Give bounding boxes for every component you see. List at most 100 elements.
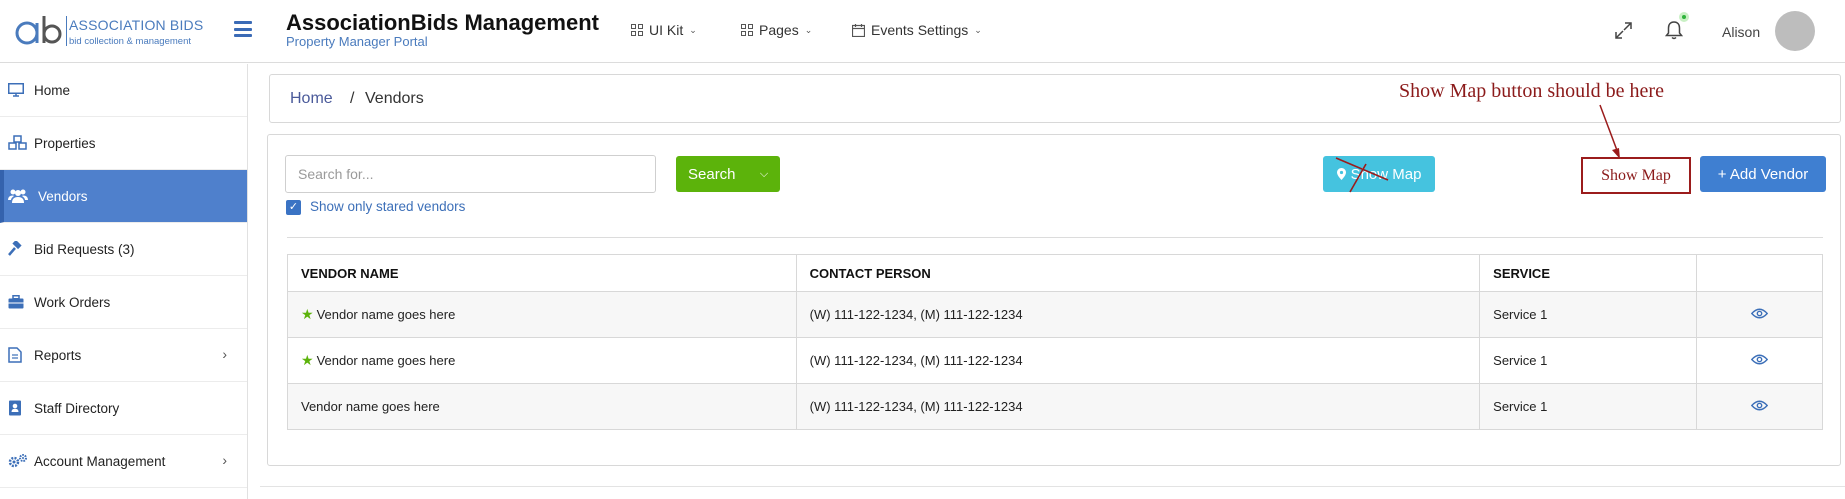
search-button[interactable]: Search ⌵ (676, 156, 780, 192)
map-marker-icon (1336, 168, 1346, 180)
briefcase-icon (0, 295, 34, 309)
contact-cell: (W) 111-122-1234, (M) 111-122-1234 (795, 383, 1481, 430)
user-name[interactable]: Alison (1722, 24, 1760, 40)
eye-icon[interactable] (1750, 400, 1769, 411)
sidebar-item-label: Staff Directory (34, 400, 120, 416)
cubes-icon (0, 135, 34, 151)
hamburger-menu-icon[interactable] (234, 21, 252, 37)
sidebar-item-bid-requests[interactable]: Bid Requests (3) (0, 223, 247, 276)
bell-icon[interactable] (1665, 20, 1683, 40)
vendor-name: Vendor name goes here (316, 307, 456, 322)
vendor-name: Vendor name goes here (316, 353, 456, 368)
grid-icon (741, 24, 753, 36)
add-vendor-button[interactable]: + Add Vendor (1700, 156, 1826, 192)
sidebar-item-staff-directory[interactable]: Staff Directory (0, 382, 247, 435)
breadcrumb-separator: / (350, 90, 355, 107)
eye-icon[interactable] (1750, 308, 1769, 319)
show-map-label: Show Map (1350, 165, 1422, 183)
actions-cell (1696, 337, 1823, 384)
chevron-right-icon: › (222, 346, 227, 362)
avatar[interactable] (1775, 11, 1815, 51)
sidebar-item-label: Bid Requests (3) (34, 241, 135, 257)
table-row[interactable]: ★ Vendor name goes here (W) 111-122-1234,… (287, 291, 1823, 338)
nav-pages[interactable]: Pages ⌄ (741, 22, 812, 38)
gavel-icon (0, 241, 34, 257)
starred-filter-label[interactable]: Show only stared vendors (310, 199, 465, 214)
sidebar-item-label: Vendors (38, 188, 88, 204)
sidebar-item-label: Account Management (34, 453, 166, 469)
breadcrumb-home-link[interactable]: Home (290, 90, 333, 108)
search-input[interactable] (285, 155, 656, 193)
sidebar-item-home[interactable]: Home (0, 64, 247, 117)
contact-cell: (W) 111-122-1234, (M) 111-122-1234 (795, 337, 1481, 384)
vendor-name: Vendor name goes here (301, 399, 440, 414)
nav-ui-kit-label: UI Kit (649, 22, 684, 38)
gears-icon (0, 453, 34, 469)
nav-events-settings[interactable]: Events Settings ⌄ (852, 22, 982, 38)
service-cell: Service 1 (1479, 383, 1698, 430)
ab-logo-icon (15, 16, 62, 45)
chevron-right-icon: › (222, 452, 227, 468)
sidebar-item-account-management[interactable]: Account Management › (0, 435, 247, 488)
sidebar-item-vendors[interactable]: Vendors (0, 170, 247, 223)
sidebar: Home Properties Vendors Bid Requests (3)… (0, 64, 248, 499)
logo-tagline: bid collection & management (69, 36, 191, 47)
column-header-vendor-name[interactable]: VENDOR NAME (287, 254, 797, 292)
star-icon[interactable]: ★ (301, 306, 314, 322)
calendar-icon (852, 23, 865, 37)
starred-filter-checkbox[interactable]: ✓ (286, 200, 301, 215)
table-row[interactable]: Vendor name goes here (W) 111-122-1234, … (287, 383, 1823, 430)
chevron-down-icon: ⌄ (689, 24, 697, 35)
table-header-row: VENDOR NAME CONTACT PERSON SERVICE (287, 254, 1823, 292)
nav-ui-kit[interactable]: UI Kit ⌄ (631, 22, 697, 38)
nav-events-settings-label: Events Settings (871, 22, 969, 38)
search-button-label: Search (688, 165, 736, 183)
nav-pages-label: Pages (759, 22, 799, 38)
annotation-arrow-icon (1599, 104, 1620, 159)
sidebar-item-label: Properties (34, 135, 96, 151)
divider (287, 237, 1823, 238)
eye-icon[interactable] (1750, 354, 1769, 365)
contact-cell: (W) 111-122-1234, (M) 111-122-1234 (795, 291, 1481, 338)
sidebar-item-reports[interactable]: Reports › (0, 329, 247, 382)
chevron-down-icon: ⌄ (974, 24, 982, 35)
annotation-show-map-box: Show Map (1581, 157, 1691, 194)
vendor-name-cell: Vendor name goes here (287, 383, 797, 430)
vendor-name-cell: ★ Vendor name goes here (287, 291, 797, 338)
vendor-name-cell: ★ Vendor name goes here (287, 337, 797, 384)
logo-divider (66, 16, 67, 46)
sidebar-item-label: Work Orders (34, 294, 111, 310)
actions-cell (1696, 291, 1823, 338)
footer-divider (260, 486, 1845, 487)
fullscreen-expand-icon[interactable] (1615, 22, 1632, 39)
column-header-actions (1696, 254, 1823, 292)
contact-book-icon (0, 400, 34, 416)
chevron-down-icon[interactable]: ⌵ (748, 168, 780, 181)
association-bids-logo[interactable]: ASSOCIATION BIDS bid collection & manage… (14, 14, 204, 48)
app-title: AssociationBids Management (286, 10, 599, 35)
document-icon (0, 347, 34, 363)
sidebar-item-work-orders[interactable]: Work Orders (0, 276, 247, 329)
top-header: ASSOCIATION BIDS bid collection & manage… (0, 0, 1845, 63)
table-row[interactable]: ★ Vendor name goes here (W) 111-122-1234,… (287, 337, 1823, 384)
users-icon (4, 188, 38, 204)
grid-icon (631, 24, 643, 36)
notification-dot (1679, 12, 1689, 22)
chevron-down-icon: ⌄ (804, 24, 813, 35)
actions-cell (1696, 383, 1823, 430)
column-header-service[interactable]: SERVICE (1479, 254, 1698, 292)
annotation-note: Show Map button should be here (1399, 80, 1664, 102)
logo-brand-text: ASSOCIATION BIDS (69, 17, 204, 33)
breadcrumb-current: Vendors (365, 90, 424, 107)
monitor-icon (0, 83, 34, 97)
star-icon[interactable]: ★ (301, 352, 314, 368)
service-cell: Service 1 (1479, 291, 1698, 338)
sidebar-item-properties[interactable]: Properties (0, 117, 247, 170)
service-cell: Service 1 (1479, 337, 1698, 384)
vendors-table: VENDOR NAME CONTACT PERSON SERVICE ★ Vend… (287, 254, 1823, 430)
show-map-button[interactable]: Show Map (1323, 156, 1435, 192)
sidebar-item-label: Reports (34, 347, 82, 363)
column-header-contact-person[interactable]: CONTACT PERSON (795, 254, 1481, 292)
sidebar-item-label: Home (34, 82, 71, 98)
app-subtitle: Property Manager Portal (286, 34, 428, 49)
